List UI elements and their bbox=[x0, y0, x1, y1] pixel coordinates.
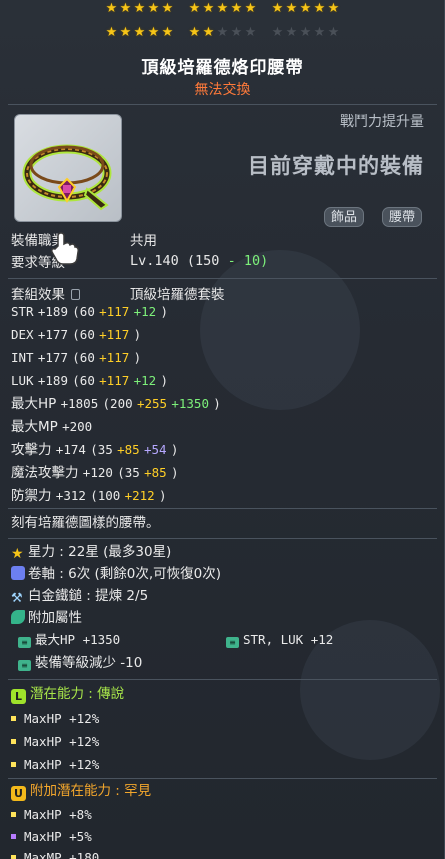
stat-row: 最大MP +200 bbox=[11, 419, 93, 435]
star-filled-icon: ★ bbox=[188, 25, 201, 40]
star-icon: ★ bbox=[11, 546, 24, 562]
additional-potential-line: MaxHP +5% bbox=[11, 828, 92, 846]
divider bbox=[8, 778, 437, 779]
star-filled-icon: ★ bbox=[285, 1, 298, 16]
bonus-stat-item: ≡ 裝備等級減少 -10 bbox=[18, 654, 142, 672]
star-group: ★ ★ ★ ★ ★ bbox=[188, 26, 257, 40]
star-filled-icon: ★ bbox=[105, 1, 118, 16]
divider bbox=[8, 278, 437, 279]
legendary-grade-icon: L bbox=[11, 689, 26, 704]
starforce-info: ★ 星力 : 22星 (最多30星) bbox=[11, 544, 172, 562]
star-filled-icon: ★ bbox=[119, 1, 132, 16]
hammer-info: ⚒ 白金鐵鎚 : 提煉 2/5 bbox=[11, 588, 149, 606]
star-filled-icon: ★ bbox=[161, 25, 174, 40]
stat-row: STR +189 (60 +117 +12 ) bbox=[11, 304, 168, 319]
stat-row: 最大HP +1805 (200 +255 +1350 ) bbox=[11, 396, 221, 412]
set-effect-value: 頂級培羅德套裝 bbox=[130, 287, 225, 303]
potential-line: MaxHP +12% bbox=[11, 733, 99, 751]
bonus-stats-label: 附加屬性 bbox=[11, 609, 82, 627]
additional-potential-line: MaxMP +180 bbox=[11, 849, 99, 859]
star-filled-icon: ★ bbox=[327, 1, 340, 16]
scroll-icon bbox=[11, 566, 25, 580]
bonus-stat-item: ≡ STR, LUK +12 bbox=[226, 631, 333, 649]
divider bbox=[8, 679, 437, 680]
star-filled-icon: ★ bbox=[244, 1, 257, 16]
item-tooltip: ★ ★ ★ ★ ★ ★ ★ ★ ★ ★ ★ ★ ★ ★ ★ ★ ★ ★ ★ ★ ★ ★ ★ ★ ★ ★ ★ ★ ★ ★ 頂級培羅德烙印腰… bbox=[0, 0, 445, 859]
item-icon-frame bbox=[14, 114, 122, 222]
lock-icon bbox=[71, 289, 81, 300]
currently-equipped-label: 目前穿戴中的裝備 bbox=[248, 154, 424, 178]
background-decoration bbox=[200, 250, 360, 410]
star-filled-icon: ★ bbox=[147, 1, 160, 16]
stat-row: 防禦力 +312 (100 +212 ) bbox=[11, 488, 167, 504]
tag-belt: 腰帶 bbox=[381, 207, 422, 227]
stat-row: INT +177 (60 +117 ) bbox=[11, 350, 142, 365]
divider bbox=[8, 104, 437, 105]
leaf-icon bbox=[11, 610, 25, 624]
stat-row: 魔法攻擊力 +120 (35 +85 ) bbox=[11, 465, 179, 481]
power-increase-label: 戰鬥力提升量 bbox=[340, 114, 424, 130]
unique-grade-icon: U bbox=[11, 786, 26, 801]
star-filled-icon: ★ bbox=[299, 1, 312, 16]
stat-row: 攻擊力 +174 (35 +85 +54 ) bbox=[11, 442, 179, 458]
star-filled-icon: ★ bbox=[188, 1, 201, 16]
star-filled-icon: ★ bbox=[105, 25, 118, 40]
star-filled-icon: ★ bbox=[202, 25, 215, 40]
star-filled-icon: ★ bbox=[147, 25, 160, 40]
star-empty-icon: ★ bbox=[327, 25, 340, 40]
potential-title: L 潛在能力 : 傳說 bbox=[11, 685, 124, 704]
tag-accessory: 飾品 bbox=[323, 207, 364, 227]
starforce-row-1: ★ ★ ★ ★ ★ ★ ★ ★ ★ ★ ★ ★ ★ ★ ★ bbox=[0, 2, 444, 16]
potential-line: MaxHP +12% bbox=[11, 710, 99, 728]
bonus-icon: ≡ bbox=[226, 637, 239, 648]
star-empty-icon: ★ bbox=[313, 25, 326, 40]
star-empty-icon: ★ bbox=[244, 25, 257, 40]
divider bbox=[8, 508, 437, 509]
star-group: ★ ★ ★ ★ ★ bbox=[188, 2, 257, 16]
star-group: ★ ★ ★ ★ ★ bbox=[271, 2, 340, 16]
additional-potential-line: MaxHP +8% bbox=[11, 806, 92, 824]
mouse-cursor-icon bbox=[51, 232, 79, 265]
star-group: ★ ★ ★ ★ ★ bbox=[105, 26, 174, 40]
level-value: Lv.140 (150 - 10) bbox=[130, 253, 269, 269]
potential-line: MaxHP +12% bbox=[11, 756, 99, 774]
trade-status: 無法交換 bbox=[194, 82, 251, 98]
item-description: 刻有培羅德圖樣的腰帶。 bbox=[11, 515, 160, 531]
job-value: 共用 bbox=[130, 233, 157, 249]
starforce-row-2: ★ ★ ★ ★ ★ ★ ★ ★ ★ ★ ★ ★ ★ ★ ★ bbox=[0, 26, 444, 40]
bonus-stat-item: ≡ 最大HP +1350 bbox=[18, 631, 120, 649]
star-filled-icon: ★ bbox=[161, 1, 174, 16]
star-empty-icon: ★ bbox=[285, 25, 298, 40]
star-group: ★ ★ ★ ★ ★ bbox=[271, 26, 340, 40]
star-filled-icon: ★ bbox=[202, 1, 215, 16]
star-empty-icon: ★ bbox=[216, 25, 229, 40]
star-filled-icon: ★ bbox=[271, 1, 284, 16]
star-filled-icon: ★ bbox=[230, 1, 243, 16]
star-empty-icon: ★ bbox=[299, 25, 312, 40]
bonus-icon: ≡ bbox=[18, 637, 31, 648]
star-group: ★ ★ ★ ★ ★ bbox=[105, 2, 174, 16]
star-empty-icon: ★ bbox=[271, 25, 284, 40]
item-name: 頂級培羅德烙印腰帶 bbox=[141, 58, 304, 78]
stat-row: LUK +189 (60 +117 +12 ) bbox=[11, 373, 168, 388]
stat-row: DEX +177 (60 +117 ) bbox=[11, 327, 142, 342]
belt-icon bbox=[22, 144, 112, 211]
star-filled-icon: ★ bbox=[133, 25, 146, 40]
scroll-info: 卷軸 : 6次 (剩餘0次,可恢復0次) bbox=[11, 565, 221, 583]
set-effect-label: 套組效果 bbox=[11, 283, 81, 303]
star-filled-icon: ★ bbox=[313, 1, 326, 16]
bonus-icon: ≡ bbox=[18, 660, 31, 671]
star-empty-icon: ★ bbox=[230, 25, 243, 40]
divider bbox=[8, 538, 437, 539]
star-filled-icon: ★ bbox=[216, 1, 229, 16]
star-filled-icon: ★ bbox=[133, 1, 146, 16]
additional-potential-title: U 附加潛在能力 : 罕見 bbox=[11, 782, 151, 801]
star-filled-icon: ★ bbox=[119, 25, 132, 40]
hammer-icon: ⚒ bbox=[11, 591, 23, 606]
